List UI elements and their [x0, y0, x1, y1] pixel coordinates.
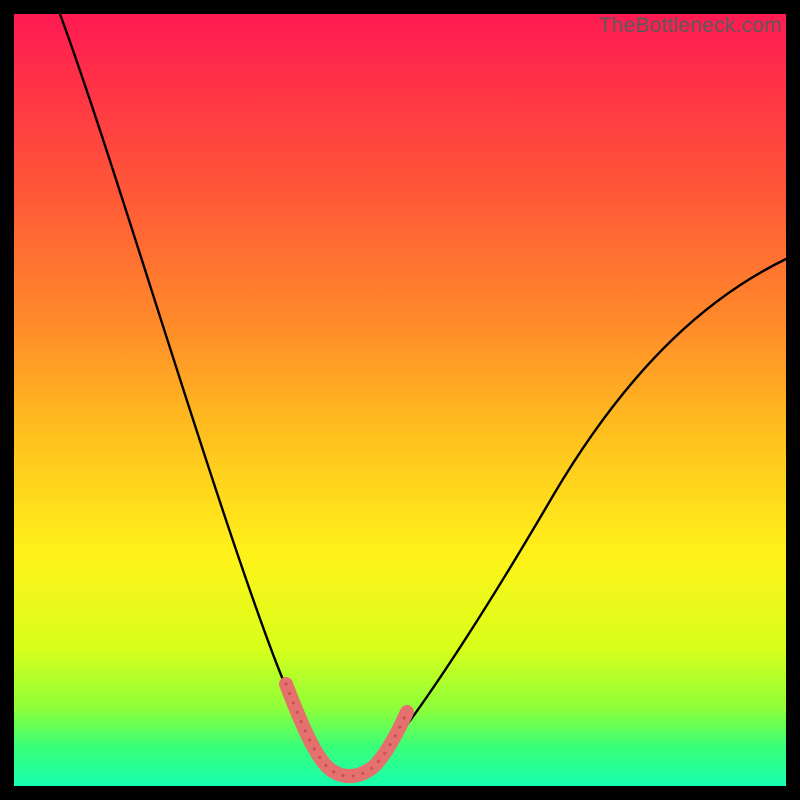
watermark-text: TheBottleneck.com	[599, 14, 782, 38]
outer-frame: TheBottleneck.com	[0, 0, 800, 800]
gradient-background	[14, 14, 786, 786]
chart-svg	[14, 14, 786, 786]
plot-area	[14, 14, 786, 786]
